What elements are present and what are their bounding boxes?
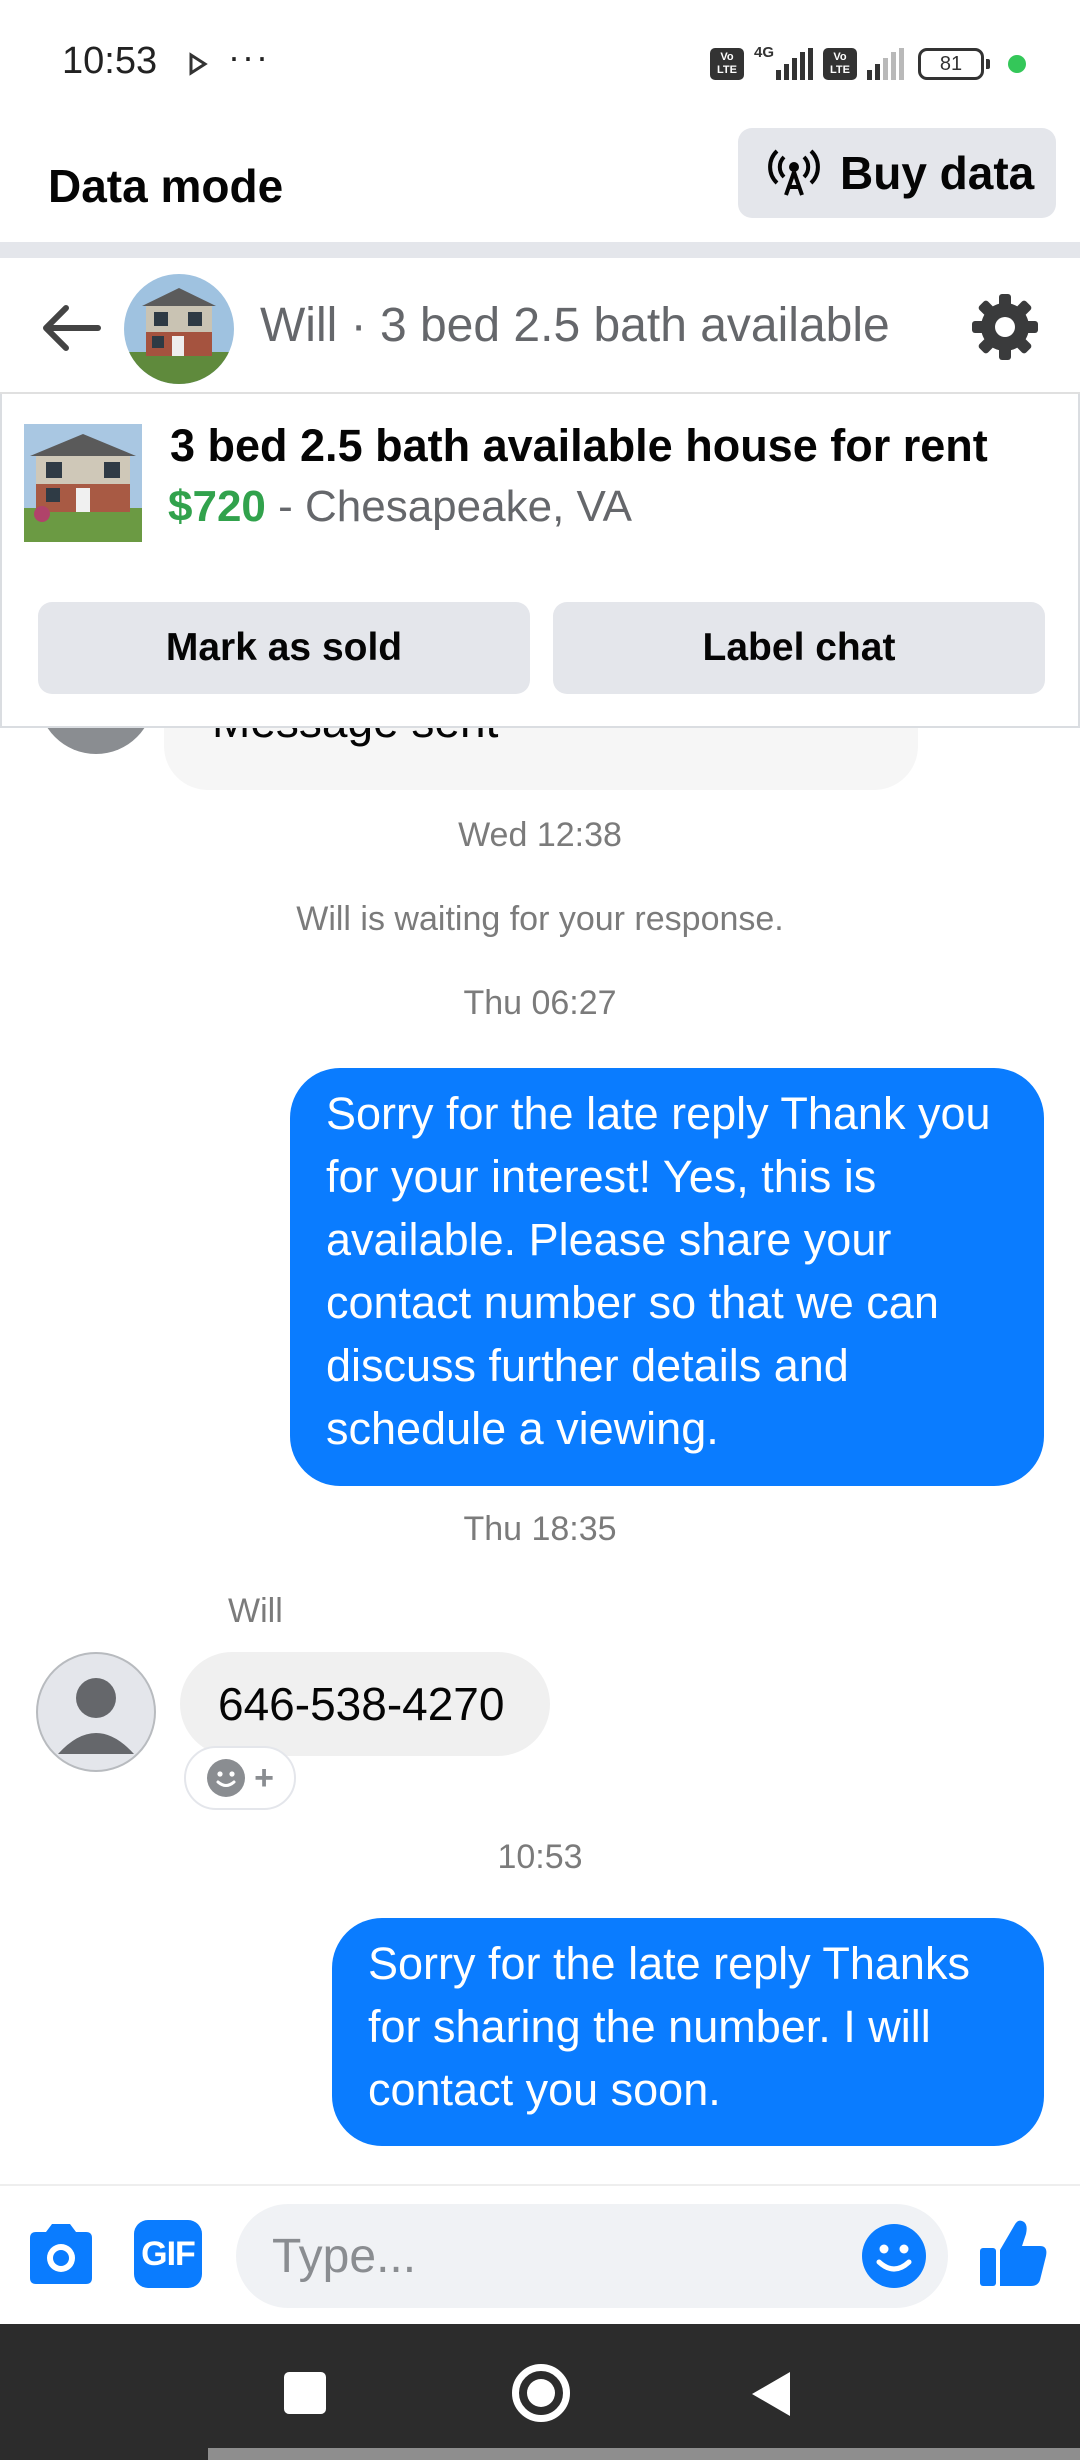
home-button[interactable]	[512, 2364, 570, 2422]
listing-price: $720	[168, 482, 266, 531]
listing-thumbnail[interactable]	[24, 424, 142, 542]
gear-icon[interactable]	[970, 292, 1040, 362]
play-store-icon	[189, 52, 208, 76]
outgoing-message-bubble[interactable]: Sorry for the late reply Thank you for y…	[290, 1068, 1044, 1486]
timestamp: Thu 06:27	[463, 984, 617, 1022]
system-nav-bar	[0, 2324, 1080, 2460]
message-thread[interactable]: Message sent Wed 12:38 Will is waiting f…	[0, 728, 1080, 2184]
data-mode-title: Data mode	[48, 160, 284, 212]
sender-avatar[interactable]	[36, 1652, 156, 1772]
broadcast-icon	[768, 149, 820, 196]
status-time: 10:53	[62, 40, 158, 82]
mark-as-sold-button[interactable]: Mark as sold	[38, 602, 530, 694]
default-user-icon	[58, 1678, 134, 1754]
listing-card: 3 bed 2.5 bath available house for rent …	[0, 394, 1080, 728]
buy-data-button[interactable]: Buy data	[738, 128, 1056, 218]
emoji-icon[interactable]	[860, 2222, 928, 2290]
smiley-reaction-icon	[207, 1759, 246, 1797]
timestamp: Wed 12:38	[458, 816, 622, 854]
house-photo-icon	[124, 274, 234, 384]
system-message: Will is waiting for your response.	[296, 900, 784, 938]
more-notifications-icon: ···	[228, 36, 270, 77]
sender-avatar-partial	[38, 728, 154, 754]
message-input-container[interactable]	[236, 2204, 948, 2308]
buy-data-label: Buy data	[840, 147, 1035, 199]
thumbs-up-icon[interactable]	[976, 2216, 1050, 2290]
data-mode-bar: Data mode Buy data	[0, 128, 1080, 242]
message-composer: GIF	[0, 2184, 1080, 2324]
signal-strength-icon	[776, 48, 813, 80]
listing-location: - Chesapeake, VA	[265, 482, 632, 531]
sender-name: Will	[228, 1592, 283, 1630]
add-reaction-button[interactable]: +	[184, 1746, 296, 1810]
back-button[interactable]	[752, 2372, 790, 2416]
volte-icon: Vo LTE	[709, 48, 744, 80]
gif-icon[interactable]: GIF	[134, 2220, 202, 2288]
gesture-handle	[208, 2448, 1080, 2460]
incoming-message-bubble[interactable]: 646-538-4270	[180, 1652, 550, 1756]
conversation-title[interactable]: Will · 3 bed 2.5 bath available	[260, 298, 890, 353]
network-type: 4G	[753, 43, 774, 61]
timestamp: 10:53	[497, 1838, 583, 1876]
divider	[0, 242, 1080, 258]
conversation-header: Will · 3 bed 2.5 bath available	[0, 258, 1080, 394]
timestamp: Thu 18:35	[463, 1510, 617, 1548]
outgoing-message-bubble[interactable]: Sorry for the late reply Thanks for shar…	[332, 1918, 1044, 2146]
signal-strength-icon-2	[867, 48, 904, 80]
plus-icon: +	[254, 1759, 274, 1797]
house-photo-icon	[24, 424, 142, 542]
message-text-partial: Message sent	[212, 728, 498, 748]
listing-avatar[interactable]	[124, 274, 234, 384]
status-icons: Vo LTE 4G Vo LTE 81	[709, 43, 1026, 84]
label-chat-button[interactable]: Label chat	[553, 602, 1045, 694]
battery-icon: 81	[918, 48, 990, 80]
listing-meta: $720 - Chesapeake, VA	[168, 482, 632, 532]
privacy-indicator-dot	[1008, 55, 1026, 73]
volte-icon-2: Vo LTE	[823, 48, 857, 80]
listing-title[interactable]: 3 bed 2.5 bath available house for rent	[170, 420, 988, 472]
recent-apps-button[interactable]	[284, 2372, 326, 2414]
status-bar: 10:53 ··· Vo LTE 4G Vo LTE 81	[0, 0, 1080, 128]
message-input[interactable]	[272, 2204, 832, 2308]
back-arrow-icon[interactable]	[36, 298, 106, 358]
camera-icon[interactable]	[24, 2220, 98, 2288]
